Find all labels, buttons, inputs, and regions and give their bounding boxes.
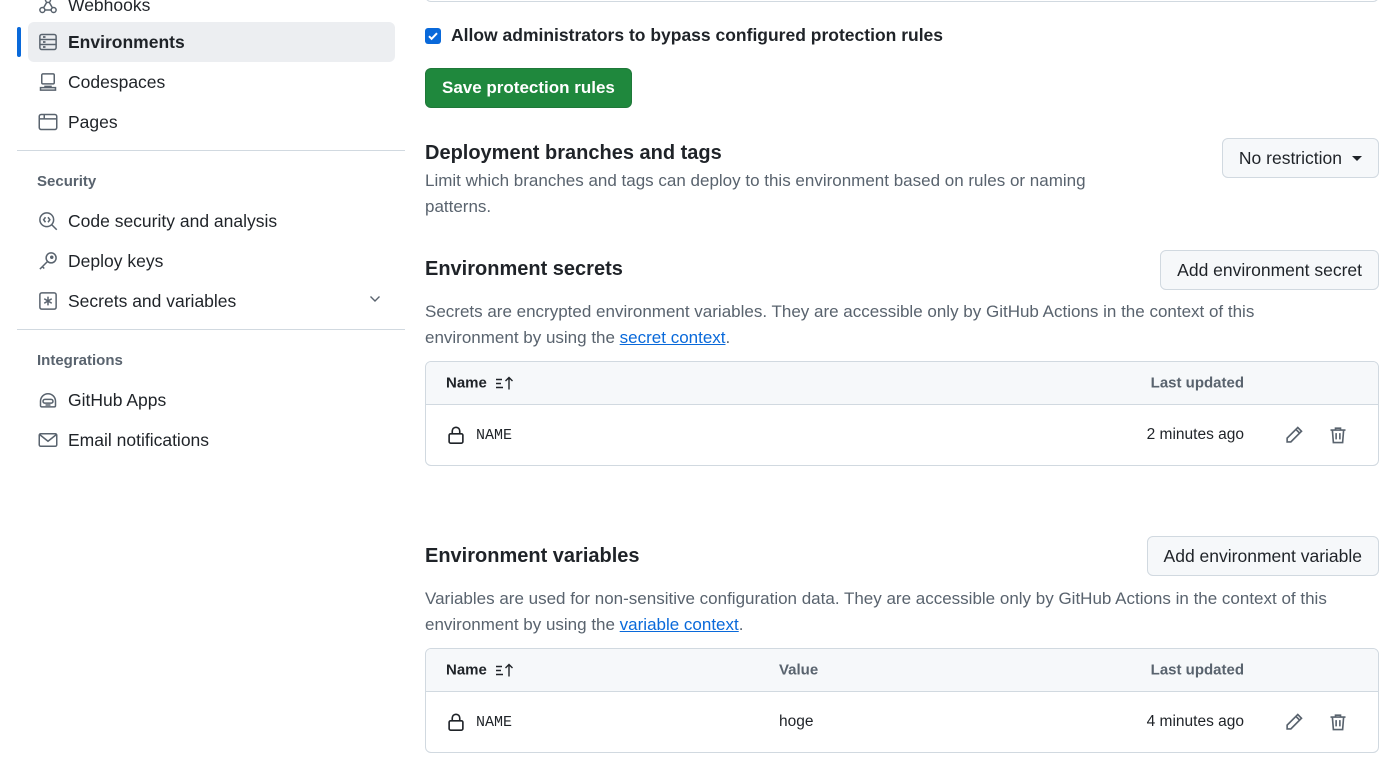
sidebar-divider [17, 150, 405, 151]
environment-secrets-title: Environment secrets [425, 258, 623, 280]
sidebar-item-email-notifications[interactable]: Email notifications [28, 420, 395, 460]
active-indicator [17, 27, 21, 57]
save-protection-rules-button[interactable]: Save protection rules [425, 68, 632, 108]
sidebar-divider [17, 329, 405, 330]
trash-icon[interactable] [1324, 421, 1352, 449]
deployment-branches-description: Limit which branches and tags can deploy… [425, 171, 1086, 216]
environment-variables-title: Environment variables [425, 545, 640, 567]
variables-table: Name Value Last updated NAME hoge 4 minu… [425, 648, 1379, 753]
secret-updated: 2 minutes ago [1146, 426, 1244, 443]
sidebar-item-label: Secrets and variables [68, 290, 237, 311]
sidebar-item-label: Webhooks [68, 0, 151, 15]
description-text: Variables are used for non-sensitive con… [425, 589, 1327, 634]
sidebar-item-label: Pages [68, 111, 118, 132]
sidebar-item-deploy-keys[interactable]: Deploy keys [28, 241, 395, 281]
lock-icon [446, 425, 466, 445]
sidebar-item-label: Code security and analysis [68, 210, 278, 231]
pencil-icon[interactable] [1280, 708, 1308, 736]
server-icon [37, 31, 59, 53]
sort-ascending-icon[interactable] [495, 375, 515, 391]
sidebar-item-pages[interactable]: Pages [28, 102, 395, 142]
deployment-restriction-dropdown[interactable]: No restriction [1221, 138, 1379, 178]
codespaces-icon [37, 71, 59, 93]
last-updated-column-header: Last updated [1150, 661, 1244, 679]
hubot-icon [37, 389, 59, 411]
sidebar-item-label: Deploy keys [68, 250, 164, 271]
caret-down-icon [1352, 155, 1362, 161]
name-column-header[interactable]: Name [446, 662, 515, 679]
sidebar-item-label: GitHub Apps [68, 389, 167, 410]
variable-name: NAME [476, 713, 513, 731]
security-group-title: Security [37, 173, 97, 190]
delete-secret-button[interactable] [1324, 421, 1352, 449]
value-column-header: Value [779, 661, 819, 679]
description-suffix: . [725, 328, 731, 347]
sidebar-item-environments[interactable]: Environments [28, 22, 395, 62]
sidebar-item-label: Environments [68, 31, 185, 52]
sidebar-item-github-apps[interactable]: GitHub Apps [28, 380, 395, 420]
environment-secrets-description: Secrets are encrypted environment variab… [425, 299, 1325, 351]
variable-value: hoge [779, 713, 814, 730]
mail-icon [37, 429, 59, 451]
dropdown-label: No restriction [1238, 147, 1342, 168]
name-column-header[interactable]: Name [446, 375, 515, 392]
add-environment-secret-button[interactable]: Add environment secret [1160, 250, 1379, 290]
key-asterisk-icon [37, 290, 59, 312]
variable-name-cell: NAME [446, 712, 512, 732]
pencil-icon[interactable] [1280, 421, 1308, 449]
bypass-protection-label: Allow administrators to bypass configure… [451, 25, 944, 45]
secrets-table-header: Name Last updated [426, 362, 1378, 405]
lock-icon [446, 712, 466, 732]
browser-icon [37, 111, 59, 133]
environment-variables-description: Variables are used for non-sensitive con… [425, 586, 1365, 638]
main-content: Allow administrators to bypass configure… [425, 0, 1379, 768]
variable-updated: 4 minutes ago [1146, 713, 1244, 730]
secret-name: NAME [476, 426, 513, 444]
variable-context-link[interactable]: variable context [620, 615, 739, 634]
bypass-protection-checkbox[interactable] [425, 27, 441, 44]
sort-ascending-icon[interactable] [495, 662, 515, 678]
table-row: NAME 2 minutes ago [426, 405, 1378, 465]
add-environment-variable-button[interactable]: Add environment variable [1146, 536, 1379, 576]
sidebar-item-secrets-and-variables[interactable]: Secrets and variables [28, 281, 395, 321]
edit-secret-button[interactable] [1280, 421, 1308, 449]
description-suffix: . [738, 615, 744, 634]
description-text: Secrets are encrypted environment variab… [425, 302, 1255, 347]
codescan-icon [37, 210, 59, 232]
table-row: NAME hoge 4 minutes ago [426, 692, 1378, 752]
column-label: Name [446, 374, 487, 392]
delete-variable-button[interactable] [1324, 708, 1352, 736]
deployment-branches-title: Deployment branches and tags [425, 142, 722, 164]
sidebar-item-label: Email notifications [68, 429, 210, 450]
key-icon [37, 250, 59, 272]
bypass-protection-checkbox-row[interactable]: Allow administrators to bypass configure… [425, 25, 943, 46]
integrations-group-title: Integrations [37, 352, 123, 369]
last-updated-column-header: Last updated [1150, 374, 1244, 392]
protection-rules-box-edge [425, 0, 1379, 2]
sidebar-item-code-security[interactable]: Code security and analysis [28, 201, 395, 241]
settings-sidebar: Webhooks Environments Codespaces Pages S… [0, 0, 410, 768]
variables-table-header: Name Value Last updated [426, 649, 1378, 692]
edit-variable-button[interactable] [1280, 708, 1308, 736]
sidebar-item-label: Codespaces [68, 71, 166, 92]
secrets-table: Name Last updated NAME 2 minutes ago [425, 361, 1379, 466]
secret-context-link[interactable]: secret context [620, 328, 726, 347]
column-label: Name [446, 661, 487, 679]
sidebar-item-codespaces[interactable]: Codespaces [28, 62, 395, 102]
chevron-down-icon[interactable] [367, 291, 383, 312]
secret-name-cell: NAME [446, 425, 512, 445]
webhook-icon [37, 0, 59, 16]
trash-icon[interactable] [1324, 708, 1352, 736]
